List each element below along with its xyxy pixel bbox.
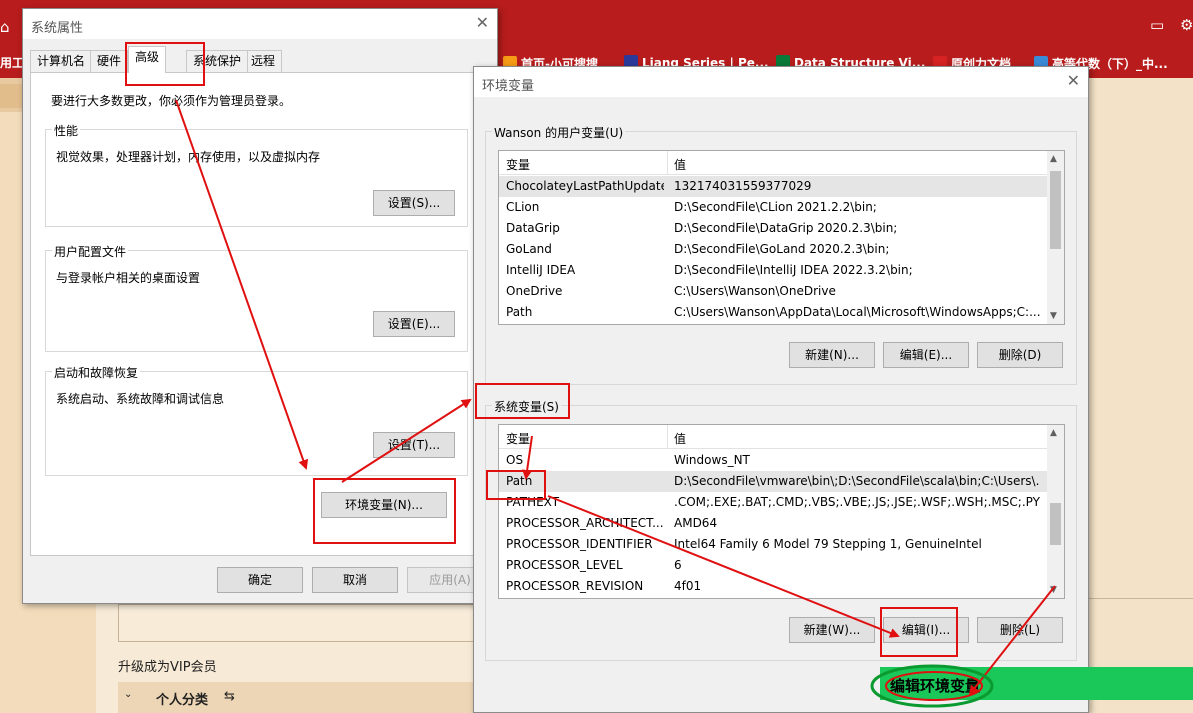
arrow-system-to-path [522,435,533,480]
annotation-arrows [175,99,1056,708]
arrow-advanced-to-env [175,99,309,470]
arrow-edit-to-window [968,585,1056,696]
arrow-path-to-edit [547,495,900,638]
annotation-circle-edit-window-inner [885,671,983,701]
arrow-env-to-system [341,398,472,483]
